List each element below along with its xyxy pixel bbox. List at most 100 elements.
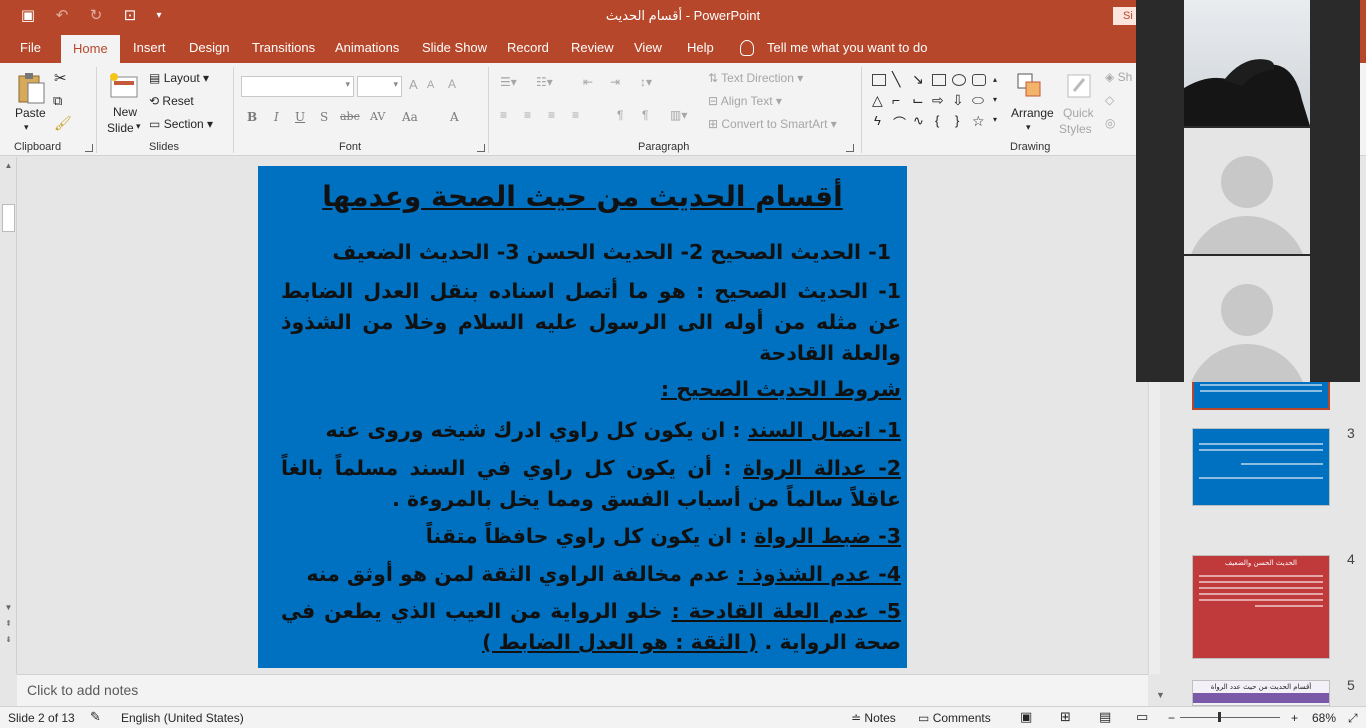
underline-button[interactable]: U <box>295 110 305 124</box>
rectangle-shape-icon[interactable] <box>932 74 946 86</box>
thumbnail-slide-4[interactable]: الحديث الحسن والضعيف <box>1192 555 1330 659</box>
tab-review[interactable]: Review <box>571 33 614 63</box>
fit-to-window-icon[interactable]: ⤢ <box>1348 711 1358 726</box>
connector-icon[interactable]: ⌙ <box>912 92 924 109</box>
zoom-out-icon[interactable]: − <box>1168 711 1175 725</box>
line-shape-icon[interactable]: ╲ <box>892 71 900 88</box>
shape-fill-button[interactable]: ◈ Sh <box>1105 70 1132 84</box>
font-color-button[interactable]: A <box>450 110 459 124</box>
align-text-button[interactable]: ⊟ Align Text ▾ <box>708 94 782 108</box>
slide-divisions[interactable]: 1- الحديث الصحيح 2- الحديث الحسن 3- الحد… <box>332 238 891 267</box>
change-case-button[interactable]: Aa <box>402 110 418 124</box>
arrow-shape-icon[interactable]: ↘ <box>912 71 924 88</box>
comments-toggle[interactable]: ▭ Comments <box>918 711 991 725</box>
cut-icon[interactable]: ✂ <box>54 69 67 87</box>
cylinder-shape-icon[interactable]: ⬭ <box>972 92 984 109</box>
arc-shape-icon[interactable]: ⌒ <box>893 113 906 132</box>
align-center-icon[interactable]: ≡ <box>524 108 531 122</box>
zoom-level[interactable]: 68% <box>1312 711 1336 725</box>
tab-record[interactable]: Record <box>507 33 549 63</box>
shapes-more-icon[interactable]: ▾ <box>993 115 997 124</box>
spelling-icon[interactable]: ✎ <box>90 709 101 725</box>
tab-transitions[interactable]: Transitions <box>252 33 315 63</box>
ltr-icon[interactable]: ¶ <box>642 108 648 122</box>
scroll-thumb[interactable] <box>2 204 15 232</box>
tab-file[interactable]: File <box>20 33 41 63</box>
tab-animations[interactable]: Animations <box>335 33 399 63</box>
slide-condition-1[interactable]: 1- اتصال السند : ان يكون كل راوي ادرك شي… <box>325 416 901 445</box>
left-brace-icon[interactable]: { <box>935 113 939 128</box>
paste-icon[interactable] <box>16 71 46 105</box>
decrease-font-icon[interactable]: A <box>427 79 434 91</box>
layout-button[interactable]: ▤ Layout ▾ <box>149 71 209 85</box>
scroll-down-icon[interactable]: ▼ <box>3 603 14 613</box>
clear-formatting-icon[interactable]: A <box>448 77 456 91</box>
tab-home[interactable]: Home <box>61 35 120 63</box>
font-size-combo[interactable] <box>357 76 402 97</box>
shadow-button[interactable]: S <box>320 110 328 124</box>
next-slide-icon[interactable]: ⇟ <box>3 635 14 645</box>
star-shape-icon[interactable]: ☆ <box>972 113 985 130</box>
slide-condition-5[interactable]: 5- عدم العلة القادحة : خلو الرواية من ال… <box>281 596 901 658</box>
justify-icon[interactable]: ≡ <box>572 108 579 122</box>
new-slide-label-1[interactable]: New <box>113 105 137 119</box>
rtl-icon[interactable]: ¶ <box>617 108 623 122</box>
decrease-indent-icon[interactable]: ⇤ <box>583 75 593 89</box>
italic-button[interactable]: I <box>274 110 279 124</box>
new-slide-label-2[interactable]: Slide <box>107 121 134 135</box>
paste-label[interactable]: Paste <box>15 106 46 120</box>
tell-me-search[interactable]: Tell me what you want to do <box>767 33 927 63</box>
right-arrow-shape-icon[interactable]: ⇨ <box>932 92 944 109</box>
character-spacing-button[interactable]: AV <box>370 110 385 123</box>
section-button[interactable]: ▭ Section ▾ <box>149 117 213 131</box>
arrange-dropdown-icon[interactable]: ▾ <box>1026 122 1031 133</box>
zoom-in-icon[interactable]: + <box>1291 711 1298 725</box>
quick-styles-label-1[interactable]: Quick <box>1063 106 1094 120</box>
elbow-connector-icon[interactable]: ⌐ <box>892 92 900 108</box>
thumbnail-scroll-down-icon[interactable]: ▼ <box>1156 690 1165 700</box>
reset-button[interactable]: ⟲ Reset <box>149 94 194 108</box>
curve-shape-icon[interactable]: ∿ <box>913 113 924 129</box>
textbox-shape-icon[interactable] <box>872 74 886 86</box>
right-brace-icon[interactable]: } <box>955 113 959 128</box>
notes-toggle[interactable]: ≐ Notes <box>851 711 896 725</box>
normal-view-icon[interactable]: ▣ <box>1020 709 1032 725</box>
slide-condition-2[interactable]: 2- عدالة الرواة : أن يكون كل راوي في الس… <box>281 453 901 515</box>
clipboard-launcher-icon[interactable] <box>85 144 93 152</box>
arrange-icon[interactable] <box>1015 71 1045 101</box>
new-slide-dropdown-icon[interactable]: ▾ <box>136 121 141 132</box>
paragraph-launcher-icon[interactable] <box>846 144 854 152</box>
new-slide-icon[interactable] <box>108 71 140 101</box>
align-right-icon[interactable]: ≡ <box>548 108 555 122</box>
tab-view[interactable]: View <box>634 33 662 63</box>
slide-sorter-icon[interactable]: ⊞ <box>1060 709 1071 725</box>
left-scrollbar[interactable]: ▲ ▼ ⇞ ⇟ <box>0 157 17 674</box>
shape-effects-icon[interactable]: ◎ <box>1105 116 1115 130</box>
shapes-scroll-up-icon[interactable]: ▴ <box>993 75 997 84</box>
thumbnail-slide-3[interactable] <box>1192 428 1330 506</box>
format-painter-icon[interactable]: 🖌 <box>54 115 72 132</box>
shape-outline-icon[interactable]: ◇ <box>1105 93 1114 107</box>
zoom-slider-thumb[interactable] <box>1218 712 1221 722</box>
slide-canvas[interactable]: أقسام الحديث من حيث الصحة وعدمها 1- الحد… <box>258 166 907 668</box>
oval-shape-icon[interactable] <box>952 74 966 86</box>
quick-styles-icon[interactable] <box>1064 71 1094 101</box>
align-left-icon[interactable]: ≡ <box>500 108 507 122</box>
strikethrough-button[interactable]: abc <box>340 110 360 123</box>
font-name-combo[interactable] <box>241 76 354 97</box>
notes-placeholder[interactable]: Click to add notes <box>27 682 138 698</box>
shapes-scroll-down-icon[interactable]: ▾ <box>993 95 997 104</box>
line-spacing-icon[interactable]: ↕▾ <box>640 75 652 89</box>
notes-pane[interactable]: Click to add notes <box>17 674 1148 706</box>
paste-dropdown-icon[interactable]: ▾ <box>24 122 29 133</box>
slide-condition-3[interactable]: 3- ضبط الرواة : ان يكون كل راوي حافظاً م… <box>426 522 901 551</box>
slide-definition[interactable]: 1- الحديث الصحيح : هو ما أتصل اسناده بنق… <box>281 276 901 369</box>
tab-insert[interactable]: Insert <box>133 33 166 63</box>
previous-slide-icon[interactable]: ⇞ <box>3 619 14 629</box>
bullets-icon[interactable]: ☰▾ <box>500 75 517 89</box>
font-launcher-icon[interactable] <box>477 144 485 152</box>
rounded-rect-shape-icon[interactable] <box>972 74 986 86</box>
columns-icon[interactable]: ▥▾ <box>670 108 687 122</box>
increase-indent-icon[interactable]: ⇥ <box>610 75 620 89</box>
triangle-shape-icon[interactable]: △ <box>872 92 883 109</box>
